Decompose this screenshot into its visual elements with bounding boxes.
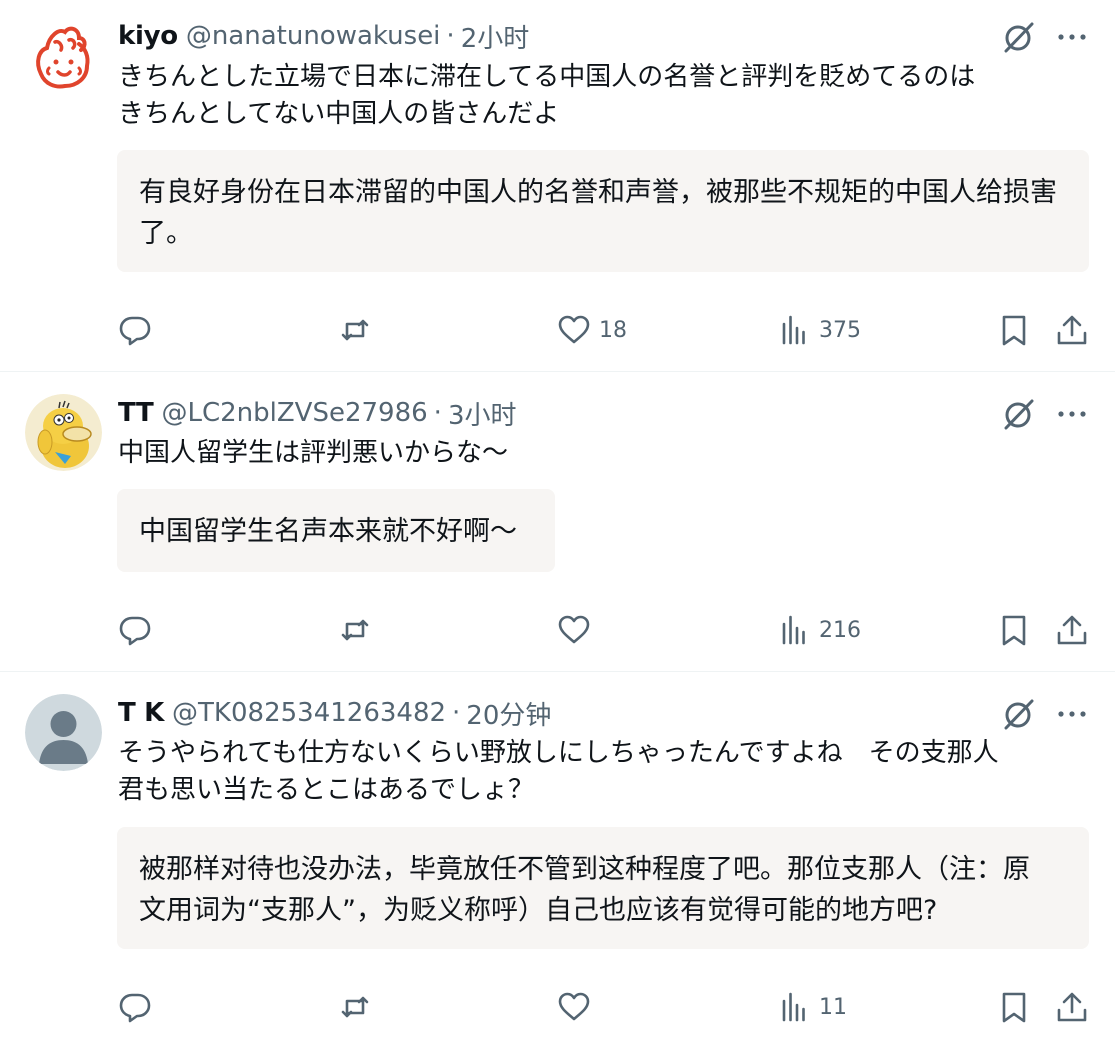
separator: · bbox=[452, 698, 461, 728]
display-name[interactable]: kiyo bbox=[118, 21, 178, 51]
action-bar: 18 375 bbox=[0, 310, 1115, 350]
grok-icon[interactable] bbox=[1001, 19, 1037, 55]
like-icon bbox=[557, 613, 591, 647]
like-button[interactable] bbox=[557, 610, 599, 650]
timestamp[interactable]: 20分钟 bbox=[466, 695, 551, 732]
avatar[interactable] bbox=[25, 18, 102, 95]
more-icon[interactable] bbox=[1055, 396, 1089, 432]
like-icon bbox=[557, 990, 591, 1024]
repost-icon bbox=[338, 313, 372, 347]
repost-button[interactable] bbox=[338, 610, 380, 650]
bookmark-button[interactable] bbox=[997, 610, 1031, 650]
bookmark-icon bbox=[997, 613, 1031, 647]
share-button[interactable] bbox=[1055, 987, 1089, 1027]
more-icon[interactable] bbox=[1055, 19, 1089, 55]
tweet-text: そうやられても仕方ないくらい野放しにしちゃったんですよね その支那人 君も思い当… bbox=[118, 738, 999, 805]
bookmark-icon bbox=[997, 313, 1031, 347]
user-handle[interactable]: @LC2nblZVSe27986 bbox=[161, 398, 427, 428]
separator: · bbox=[433, 398, 442, 428]
views-icon bbox=[777, 613, 811, 647]
tweet-text: きちんとした立場で日本に滞在してる中国人の名誉と評判を貶めてるのは きちんとして… bbox=[118, 62, 976, 129]
translation-box: 有良好身份在日本滞留的中国人的名誉和声誉，被那些不规矩的中国人给损害了。 bbox=[117, 150, 1089, 272]
tweet-1[interactable]: kiyo @nanatunowakusei · 2小时 きちんとした立場で日本に… bbox=[0, 0, 1115, 370]
share-icon bbox=[1055, 313, 1089, 347]
avatar[interactable] bbox=[25, 394, 102, 471]
bookmark-icon bbox=[997, 990, 1031, 1024]
view-count: 216 bbox=[819, 617, 861, 643]
timestamp[interactable]: 2小时 bbox=[461, 18, 530, 55]
like-icon bbox=[557, 313, 591, 347]
reply-button[interactable] bbox=[118, 310, 160, 350]
view-count: 11 bbox=[819, 994, 847, 1020]
tweet-2[interactable]: TT @LC2nblZVSe27986 · 3小时 中国人留学生は評判悪いからな… bbox=[0, 372, 1115, 670]
reply-icon bbox=[118, 990, 152, 1024]
repost-icon bbox=[338, 613, 372, 647]
grok-icon[interactable] bbox=[1001, 696, 1037, 732]
views-button[interactable]: 216 bbox=[777, 610, 861, 650]
like-count: 18 bbox=[599, 317, 627, 343]
separator: · bbox=[446, 21, 455, 51]
repost-button[interactable] bbox=[338, 310, 380, 350]
reply-icon bbox=[118, 313, 152, 347]
user-handle[interactable]: @TK0825341263482 bbox=[172, 698, 446, 728]
like-button[interactable] bbox=[557, 987, 599, 1027]
reply-button[interactable] bbox=[118, 610, 160, 650]
grok-icon[interactable] bbox=[1001, 396, 1037, 432]
repost-button[interactable] bbox=[338, 987, 380, 1027]
display-name[interactable]: TT bbox=[118, 398, 154, 428]
tweet-3[interactable]: T K @TK0825341263482 · 20分钟 そうやられても仕方ないく… bbox=[0, 672, 1115, 1041]
user-handle[interactable]: @nanatunowakusei bbox=[186, 21, 441, 51]
share-icon bbox=[1055, 613, 1089, 647]
more-icon[interactable] bbox=[1055, 696, 1089, 732]
views-button[interactable]: 375 bbox=[777, 310, 861, 350]
action-bar: 216 bbox=[0, 610, 1115, 650]
views-icon bbox=[777, 990, 811, 1024]
views-icon bbox=[777, 313, 811, 347]
share-icon bbox=[1055, 990, 1089, 1024]
tweet-header: TT @LC2nblZVSe27986 · 3小时 bbox=[118, 393, 516, 433]
view-count: 375 bbox=[819, 317, 861, 343]
reply-button[interactable] bbox=[118, 987, 160, 1027]
translation-box: 被那样对待也没办法，毕竟放任不管到这种程度了吧。那位支那人（注：原 文用词为“支… bbox=[117, 827, 1089, 949]
action-bar: 11 bbox=[0, 987, 1115, 1027]
display-name[interactable]: T K bbox=[118, 698, 164, 728]
share-button[interactable] bbox=[1055, 610, 1089, 650]
bookmark-button[interactable] bbox=[997, 310, 1031, 350]
tweet-header: T K @TK0825341263482 · 20分钟 bbox=[118, 693, 551, 733]
like-button[interactable]: 18 bbox=[557, 310, 627, 350]
bookmark-button[interactable] bbox=[997, 987, 1031, 1027]
reply-icon bbox=[118, 613, 152, 647]
tweet-text: 中国人留学生は評判悪いからな～ bbox=[118, 438, 509, 468]
timestamp[interactable]: 3小时 bbox=[448, 395, 517, 432]
views-button[interactable]: 11 bbox=[777, 987, 847, 1027]
share-button[interactable] bbox=[1055, 310, 1089, 350]
repost-icon bbox=[338, 990, 372, 1024]
translation-box: 中国留学生名声本来就不好啊～ bbox=[117, 489, 555, 572]
avatar[interactable] bbox=[25, 694, 102, 771]
tweet-header: kiyo @nanatunowakusei · 2小时 bbox=[118, 16, 529, 56]
